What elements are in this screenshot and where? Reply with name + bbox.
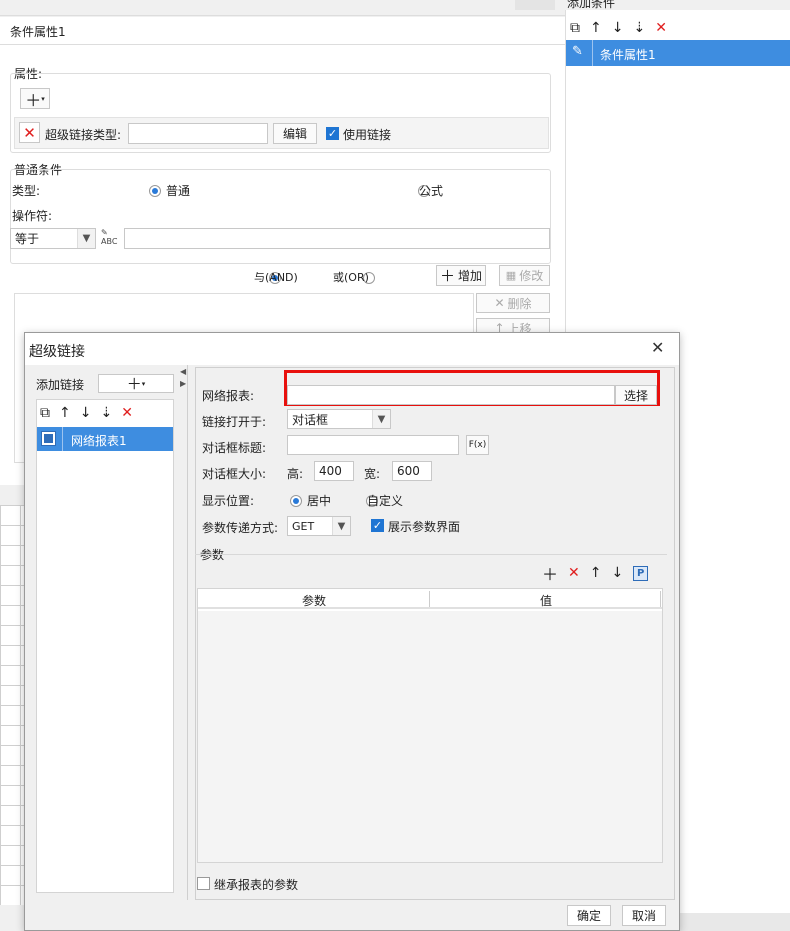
collapse-left-icon[interactable]: ◀ [180,367,186,376]
arrow-down-icon[interactable]: ↓ [612,20,624,36]
dialog-title-label: 对话框标题: [202,441,267,455]
sort-down-icon[interactable]: ⇣ [100,405,112,421]
operator-select[interactable]: 等于 ▼ [10,228,96,249]
add-property-button[interactable]: ＋ ▾ [20,88,50,110]
formula-button[interactable]: F(x) [466,435,489,455]
position-center-radio[interactable] [290,494,302,507]
abc-icon[interactable]: ✎ ABC [101,228,117,246]
position-custom-label: 自定义 [367,494,404,508]
type-label: 类型: [12,184,41,198]
plus-icon: ＋ [439,267,455,285]
arrow-down-icon[interactable]: ↓ [80,405,92,421]
params-toolbar: ＋ ✕ ↑ ↓ P [542,562,667,584]
close-icon[interactable]: ✕ [121,405,133,421]
modify-condition-button[interactable]: ▦ 修改 [499,265,550,286]
params-table: 参数 值 [197,588,663,863]
params-table-header: 参数 值 [198,589,662,609]
plus-icon: ＋ [25,90,42,110]
hyperlink-type-field[interactable] [128,123,268,144]
use-link-label: 使用链接 [343,128,392,142]
inherit-params-label: 继承报表的参数 [214,878,299,892]
right-toolbar: ⧉ ↑ ↓ ⇣ ✕ [570,17,720,39]
open-in-select[interactable]: 对话框 ▼ [287,409,391,429]
edit-button[interactable]: 编辑 [273,123,317,144]
type-formula-label: 公式 [419,184,444,198]
list-divider [592,40,593,66]
hyperlink-type-label: 超级链接类型: [45,128,122,142]
close-icon: ✕ [494,296,505,310]
type-normal-label: 普通 [166,184,191,198]
copy-icon[interactable]: ⧉ [40,405,50,421]
column-header-value: 值 [540,594,553,608]
hyperlink-dialog: 超级链接 ✕ 添加链接 ＋ ▾ ◀ ▶ ⧉ ↑ ↓ ⇣ ✕ 网络报表1 网络报表:… [24,332,680,931]
position-label: 显示位置: [202,494,255,508]
param-method-select[interactable]: GET ▼ [287,516,351,536]
height-field[interactable]: 400 [314,461,354,481]
type-normal-radio[interactable] [149,184,161,197]
operator-label: 操作符: [12,209,53,223]
add-link-label: 添加链接 [36,378,85,392]
arrow-up-icon[interactable]: ↑ [590,20,602,36]
width-field[interactable]: 600 [392,461,432,481]
close-icon: ✕ [23,123,36,142]
sort-down-icon[interactable]: ⇣ [633,20,645,36]
plus-icon[interactable]: ＋ [542,561,558,585]
use-link-checkbox[interactable]: ✓ [326,127,339,140]
show-param-label: 展示参数界面 [388,520,461,534]
copy-icon[interactable]: ⧉ [570,20,580,36]
show-param-checkbox[interactable]: ✓ [371,519,384,532]
close-icon[interactable]: ✕ [651,338,664,357]
chevron-down-icon: ▼ [77,229,95,248]
pencil-icon: ✎ [572,44,583,59]
param-method-label: 参数传递方式: [202,521,279,535]
or-label: 或(OR) [333,271,369,284]
select-report-button[interactable]: 选择 [615,385,657,405]
close-icon[interactable]: ✕ [568,565,580,581]
height-label: 高: [287,467,304,481]
plus-icon: ＋ [126,375,142,393]
operator-value-field[interactable] [124,228,550,249]
web-report-field[interactable] [287,385,615,405]
arrow-up-icon[interactable]: ↑ [59,405,71,421]
list-divider [62,427,63,451]
chevron-down-icon: ▾ [141,379,146,388]
collapse-right-icon[interactable]: ▶ [180,379,186,388]
chevron-down-icon: ▼ [332,517,350,535]
inherit-params-checkbox[interactable] [197,877,210,890]
dialog-size-label: 对话框大小: [202,467,267,481]
window-title: 条件属性1 [10,25,66,39]
cancel-button[interactable]: 取消 [622,905,666,926]
ok-button[interactable]: 确定 [567,905,611,926]
width-label: 宽: [364,467,381,481]
arrow-up-icon[interactable]: ↑ [590,565,602,581]
right-tab[interactable]: 添加条件 [565,0,790,10]
arrow-down-icon[interactable]: ↓ [611,565,623,581]
position-center-label: 居中 [307,494,332,508]
modify-icon: ▦ [505,269,517,282]
add-link-button[interactable]: ＋ ▾ [98,374,174,393]
and-label: 与(AND) [254,271,298,284]
remove-hyperlink-button[interactable]: ✕ [19,122,40,143]
chevron-down-icon: ▼ [372,410,390,428]
dialog-title: 超级链接 [29,344,85,360]
parameter-icon[interactable]: P [633,565,649,581]
dialog-title-field[interactable] [287,435,459,455]
link-list-toolbar: ⧉ ↑ ↓ ⇣ ✕ [40,403,172,423]
link-list-item[interactable]: 网络报表1 [37,427,173,451]
web-report-label: 网络报表: [202,389,255,403]
condition-list-item[interactable]: ✎ 条件属性1 [566,40,790,66]
add-condition-button[interactable]: ＋增加 [436,265,486,286]
column-header-param: 参数 [302,594,327,608]
dialog-title-bar: 超级链接 ✕ [25,333,679,365]
close-icon[interactable]: ✕ [655,20,667,36]
report-icon [41,431,56,446]
params-table-body[interactable] [198,611,662,862]
delete-condition-button[interactable]: ✕ 删除 [476,293,550,313]
open-in-label: 链接打开于: [202,415,267,429]
chevron-down-icon: ▾ [41,94,45,103]
link-list-panel: ⧉ ↑ ↓ ⇣ ✕ 网络报表1 [36,399,174,893]
